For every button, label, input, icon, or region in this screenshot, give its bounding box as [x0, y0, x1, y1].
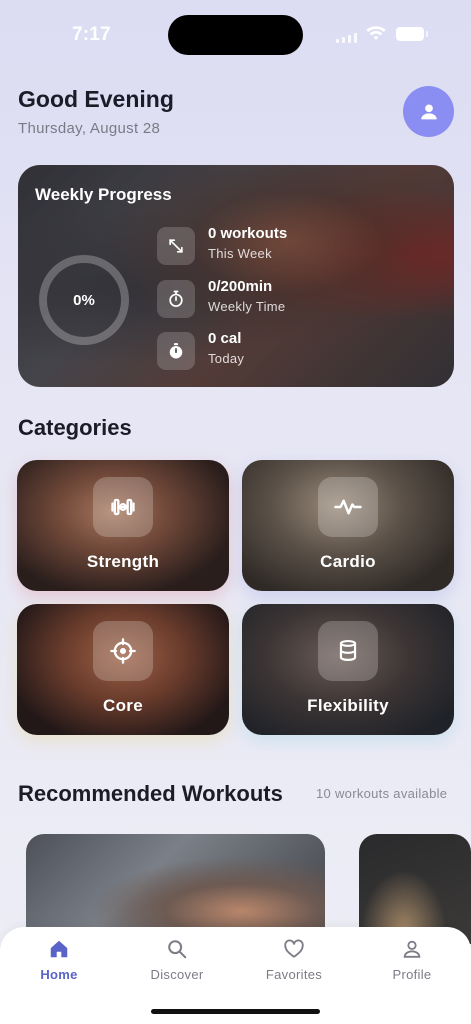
tab-favorites[interactable]: Favorites — [249, 937, 339, 983]
crosshair-icon — [93, 621, 153, 681]
progress-percent: 0% — [73, 291, 95, 309]
workouts-available-count: 10 workouts available — [316, 786, 448, 801]
category-flexibility[interactable]: Flexibility — [242, 604, 454, 735]
dynamic-island — [168, 15, 303, 55]
heart-icon — [282, 937, 306, 961]
cylinder-icon — [318, 621, 378, 681]
tab-discover[interactable]: Discover — [132, 937, 222, 983]
category-cardio[interactable]: Cardio — [242, 460, 454, 591]
wifi-icon — [366, 26, 386, 40]
categories-title: Categories — [18, 415, 132, 440]
tab-label: Discover — [150, 967, 204, 982]
dumbbell-icon — [93, 477, 153, 537]
stat-value: 0 cal — [208, 330, 242, 347]
stat-label: Today — [208, 351, 245, 366]
category-label: Cardio — [320, 552, 376, 571]
stat-label: Weekly Time — [208, 299, 286, 314]
current-date: Thursday, August 28 — [18, 120, 161, 137]
category-label: Flexibility — [307, 696, 389, 715]
stat-value: 0 workouts — [208, 225, 288, 242]
recommended-title: Recommended Workouts — [18, 781, 283, 806]
stat-time: 0/200min Weekly Time — [157, 278, 437, 318]
tab-profile[interactable]: Profile — [367, 937, 457, 983]
tab-home[interactable]: Home — [14, 937, 104, 983]
person-icon — [400, 937, 424, 961]
battery-icon — [396, 27, 428, 41]
search-icon — [165, 937, 189, 961]
category-strength[interactable]: Strength — [17, 460, 229, 591]
stopwatch-icon — [157, 280, 195, 318]
person-icon — [420, 103, 437, 119]
stat-calories: 0 cal Today — [157, 330, 437, 370]
home-indicator — [151, 1009, 320, 1014]
tab-label: Profile — [392, 967, 432, 982]
weekly-progress-card[interactable]: Weekly Progress 0% 0 workouts This Week … — [18, 165, 454, 387]
stat-label: This Week — [208, 246, 272, 261]
timer-icon — [157, 332, 195, 370]
status-time: 7:17 — [72, 24, 111, 45]
stat-workouts: 0 workouts This Week — [157, 225, 437, 265]
arrows-diagonal-icon — [157, 227, 195, 265]
profile-avatar-button[interactable] — [403, 86, 454, 137]
tab-label: Favorites — [265, 967, 323, 982]
stat-value: 0/200min — [208, 278, 273, 295]
category-core[interactable]: Core — [17, 604, 229, 735]
heartbeat-icon — [318, 477, 378, 537]
greeting-title: Good Evening — [18, 86, 174, 112]
tab-label: Home — [40, 967, 78, 982]
status-bar: 7:17 — [0, 0, 471, 62]
home-icon — [47, 937, 71, 961]
category-label: Strength — [86, 552, 160, 571]
category-label: Core — [103, 696, 143, 715]
weekly-progress-title: Weekly Progress — [35, 185, 172, 204]
signal-icon — [336, 33, 357, 43]
